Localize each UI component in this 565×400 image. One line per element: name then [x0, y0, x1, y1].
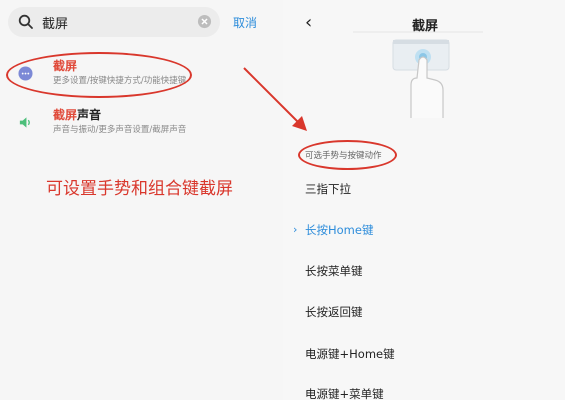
section-label: 可选手势与按键动作: [305, 151, 382, 161]
selected-chevron-icon: ›: [293, 223, 298, 236]
search-result-screenshot-sound[interactable]: 截屏声音 声音与振动/更多声音设置/截屏声音: [0, 103, 283, 147]
option-three-finger-swipe[interactable]: 三指下拉: [305, 181, 351, 197]
option-long-press-home[interactable]: 长按Home键: [305, 222, 373, 238]
option-power-home[interactable]: 电源键+Home键: [305, 346, 395, 362]
search-icon: [18, 14, 33, 29]
speaker-icon: [19, 117, 30, 128]
gesture-illustration: [353, 31, 483, 118]
search-pane: 截屏 取消 截屏 更多设置/按键快捷方式/功能快捷键 截屏声音 声音与振动/更多…: [0, 0, 283, 400]
clear-icon[interactable]: [197, 14, 212, 29]
annotation-circle-result: [6, 52, 192, 98]
search-input-value: 截屏: [42, 17, 69, 32]
screenshot-settings-pane: ‹ 截屏 可选手势与按键动作 三指下拉 › 长按Home键 长按菜单键 长按返回…: [283, 0, 565, 400]
back-icon[interactable]: ‹: [305, 12, 312, 33]
option-long-press-back[interactable]: 长按返回键: [305, 304, 363, 320]
cancel-button[interactable]: 取消: [233, 14, 257, 31]
result-subtitle: 声音与振动/更多声音设置/截屏声音: [53, 125, 187, 135]
search-input[interactable]: 截屏: [8, 7, 220, 37]
annotation-text: 可设置手势和组合键截屏: [46, 179, 233, 199]
result-title: 截屏声音: [53, 108, 102, 122]
option-power-menu[interactable]: 电源键+菜单键: [305, 386, 384, 400]
option-long-press-menu[interactable]: 长按菜单键: [305, 263, 363, 279]
